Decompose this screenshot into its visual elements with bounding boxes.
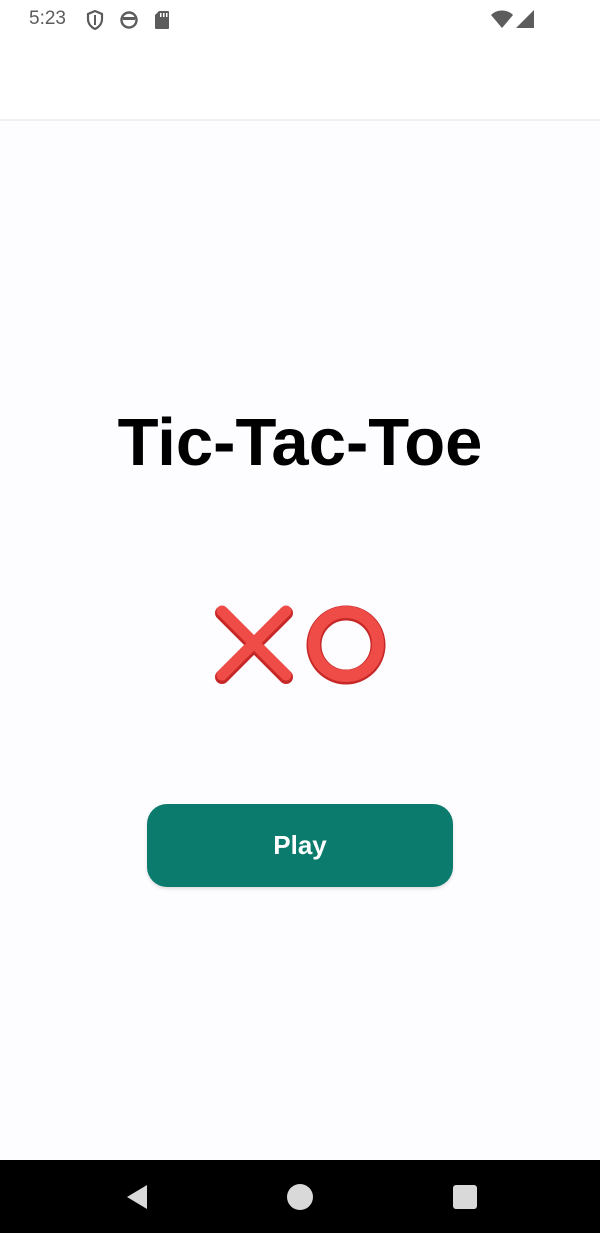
navigation-bar: [0, 1160, 600, 1233]
play-button[interactable]: Play: [147, 804, 453, 887]
app-bar: [0, 40, 600, 120]
shield-icon: [86, 9, 104, 35]
status-bar: 5:23: [0, 0, 600, 40]
home-icon[interactable]: [285, 1182, 315, 1212]
tic-tac-toe-logo: [212, 603, 388, 687]
sd-card-icon: [154, 10, 170, 35]
status-time: 5:23: [29, 8, 66, 29]
recents-icon[interactable]: [450, 1182, 480, 1212]
o-mark-icon: [306, 605, 386, 685]
sync-icon: [119, 10, 139, 35]
page-title: Tic-Tac-Toe: [117, 405, 483, 480]
x-mark-icon: [215, 605, 293, 684]
wifi-icon: [490, 9, 514, 34]
back-icon[interactable]: [122, 1182, 152, 1212]
cell-signal-icon: [515, 9, 535, 34]
